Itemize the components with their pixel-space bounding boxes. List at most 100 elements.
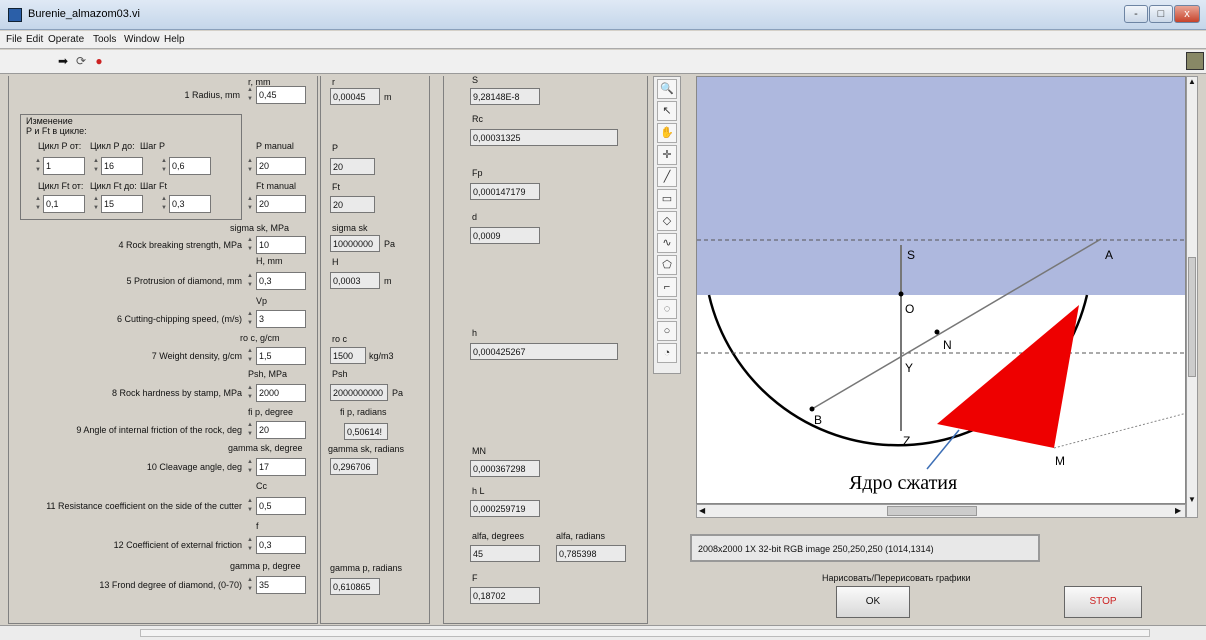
ft-manual-input[interactable]: 20: [256, 195, 306, 213]
radius-input[interactable]: 0,45: [256, 86, 306, 104]
maximize-button[interactable]: □: [1149, 5, 1173, 23]
ft-manual-stepper[interactable]: ▲ ▼: [246, 195, 254, 213]
window-titlebar: Burenie_almazom03.vi - □ x: [0, 0, 1206, 30]
p-manual-caption: P manual: [256, 141, 294, 151]
ft-to-label: Цикл Ft до:: [90, 181, 137, 191]
ft-to-input[interactable]: 15: [101, 195, 143, 213]
res-rc-indicator: 0,00031325: [470, 129, 618, 146]
p-manual-stepper[interactable]: ▲ ▼: [246, 157, 254, 175]
rock-strength-input[interactable]: 10: [256, 236, 306, 254]
vertical-scrollbar[interactable]: ▲ ▼: [1186, 76, 1198, 518]
menu-operate[interactable]: Operate: [48, 34, 84, 45]
scroll-left-icon[interactable]: ◀: [699, 506, 705, 515]
point-n-label: N: [943, 338, 952, 352]
frond-input[interactable]: 35: [256, 576, 306, 594]
protrusion-input[interactable]: 0,3: [256, 272, 306, 290]
ft-manual-caption: Ft manual: [256, 181, 297, 191]
frond-stepper[interactable]: ▲ ▼: [246, 576, 254, 594]
ft-step-input[interactable]: 0,3: [169, 195, 211, 213]
speed-stepper[interactable]: ▲ ▼: [246, 310, 254, 328]
run-continuous-icon[interactable]: ⟳: [74, 54, 88, 68]
ft-from-input[interactable]: 0,1: [43, 195, 85, 213]
conv-h-unit: m: [384, 276, 392, 286]
speed-input[interactable]: 3: [256, 310, 306, 328]
cleavage-stepper[interactable]: ▲ ▼: [246, 458, 254, 476]
rectangle-tool-icon[interactable]: ▭: [657, 189, 677, 209]
menu-help[interactable]: Help: [164, 34, 185, 45]
p-step-stepper[interactable]: ▲ ▼: [160, 157, 168, 175]
line-tool-icon[interactable]: ╱: [657, 167, 677, 187]
conv-fi-indicator: 0,50614!: [344, 423, 388, 440]
p-to-stepper[interactable]: ▲ ▼: [92, 157, 100, 175]
scroll-up-icon[interactable]: ▲: [1188, 77, 1196, 86]
density-stepper[interactable]: ▲ ▼: [246, 347, 254, 365]
zoom-icon[interactable]: 🔍: [657, 79, 677, 99]
protrusion-stepper[interactable]: ▲ ▼: [246, 272, 254, 290]
horizontal-scroll-thumb[interactable]: [887, 506, 977, 516]
conv-h-caption: H: [332, 257, 339, 267]
hardness-stepper[interactable]: ▲ ▼: [246, 384, 254, 402]
pointer-icon[interactable]: ↖: [657, 101, 677, 121]
stop-button[interactable]: STOP: [1064, 586, 1142, 618]
p-step-label: Шаг P: [140, 141, 166, 151]
labview-app-icon: [8, 8, 22, 22]
polyline-tool-icon[interactable]: ⌐: [657, 277, 677, 297]
radius-stepper[interactable]: ▲ ▼: [246, 86, 254, 104]
p-manual-input[interactable]: 20: [256, 157, 306, 175]
friction-angle-stepper[interactable]: ▲ ▼: [246, 421, 254, 439]
conv-sigma-unit: Pa: [384, 239, 396, 249]
menu-file[interactable]: File: [6, 34, 22, 45]
rock-region: [697, 77, 1185, 295]
cleavage-input[interactable]: 17: [256, 458, 306, 476]
ft-from-stepper[interactable]: ▲ ▼: [34, 195, 42, 213]
annulus-tool-icon[interactable]: ◔: [657, 343, 677, 363]
menu-edit[interactable]: Edit: [26, 34, 43, 45]
conv-gamma-p-indicator: 0,610865: [330, 578, 380, 595]
freehand-tool-icon[interactable]: ∿: [657, 233, 677, 253]
scroll-right-icon[interactable]: ▶: [1175, 506, 1181, 515]
ext-friction-input[interactable]: 0,3: [256, 536, 306, 554]
minimize-button[interactable]: -: [1124, 5, 1148, 23]
ext-friction-stepper[interactable]: ▲ ▼: [246, 536, 254, 554]
density-input[interactable]: 1,5: [256, 347, 306, 365]
ok-button[interactable]: OK: [836, 586, 910, 618]
image-display[interactable]: S O A N Y B Z M Ядро сжатия: [696, 76, 1186, 504]
hand-icon[interactable]: ✋: [657, 123, 677, 143]
p-step-input[interactable]: 0,6: [169, 157, 211, 175]
oval-tool-icon[interactable]: ○: [657, 321, 677, 341]
point-b-label: B: [814, 413, 822, 427]
cycle-title: Изменение: [26, 116, 73, 126]
abort-icon[interactable]: ●: [92, 54, 106, 68]
res-mn-indicator: 0,000367298: [470, 460, 540, 477]
freehand-region-icon[interactable]: ◌: [657, 299, 677, 319]
run-arrow-icon[interactable]: ➡: [56, 54, 70, 68]
hardness-label: 8 Rock hardness by stamp, MPa: [111, 388, 242, 398]
p-to-input[interactable]: 16: [101, 157, 143, 175]
friction-angle-caption: fi p, degree: [248, 407, 294, 417]
close-button[interactable]: x: [1174, 5, 1200, 23]
horizontal-scrollbar[interactable]: ◀ ▶: [696, 504, 1186, 518]
menu-window[interactable]: Window: [124, 34, 160, 45]
resistance-stepper[interactable]: ▲ ▼: [246, 497, 254, 515]
hardness-input[interactable]: 2000: [256, 384, 306, 402]
ft-to-stepper[interactable]: ▲ ▼: [92, 195, 100, 213]
res-h-indicator: 0,000425267: [470, 343, 618, 360]
annotation-text: Ядро сжатия: [849, 472, 957, 494]
rock-strength-stepper[interactable]: ▲ ▼: [246, 236, 254, 254]
scroll-down-icon[interactable]: ▼: [1188, 495, 1196, 504]
menu-tools[interactable]: Tools: [93, 34, 116, 45]
ft-step-stepper[interactable]: ▲ ▼: [160, 195, 168, 213]
crosshair-icon[interactable]: ✛: [657, 145, 677, 165]
rotated-rect-tool-icon[interactable]: ◇: [657, 211, 677, 231]
friction-angle-input[interactable]: 20: [256, 421, 306, 439]
p-from-stepper[interactable]: ▲ ▼: [34, 157, 42, 175]
polygon-tool-icon[interactable]: ⬠: [657, 255, 677, 275]
p-from-input[interactable]: 1: [43, 157, 85, 175]
resistance-input[interactable]: 0,5: [256, 497, 306, 515]
conv-sigma-indicator: 10000000: [330, 235, 380, 252]
vi-icon: [1186, 52, 1204, 70]
res-s-indicator: 9,28148E-8: [470, 88, 540, 105]
cycle-subtitle: P и Ft в цикле:: [26, 126, 87, 136]
vertical-scroll-thumb[interactable]: [1188, 257, 1196, 377]
conv-psh-indicator: 2000000000: [330, 384, 388, 401]
